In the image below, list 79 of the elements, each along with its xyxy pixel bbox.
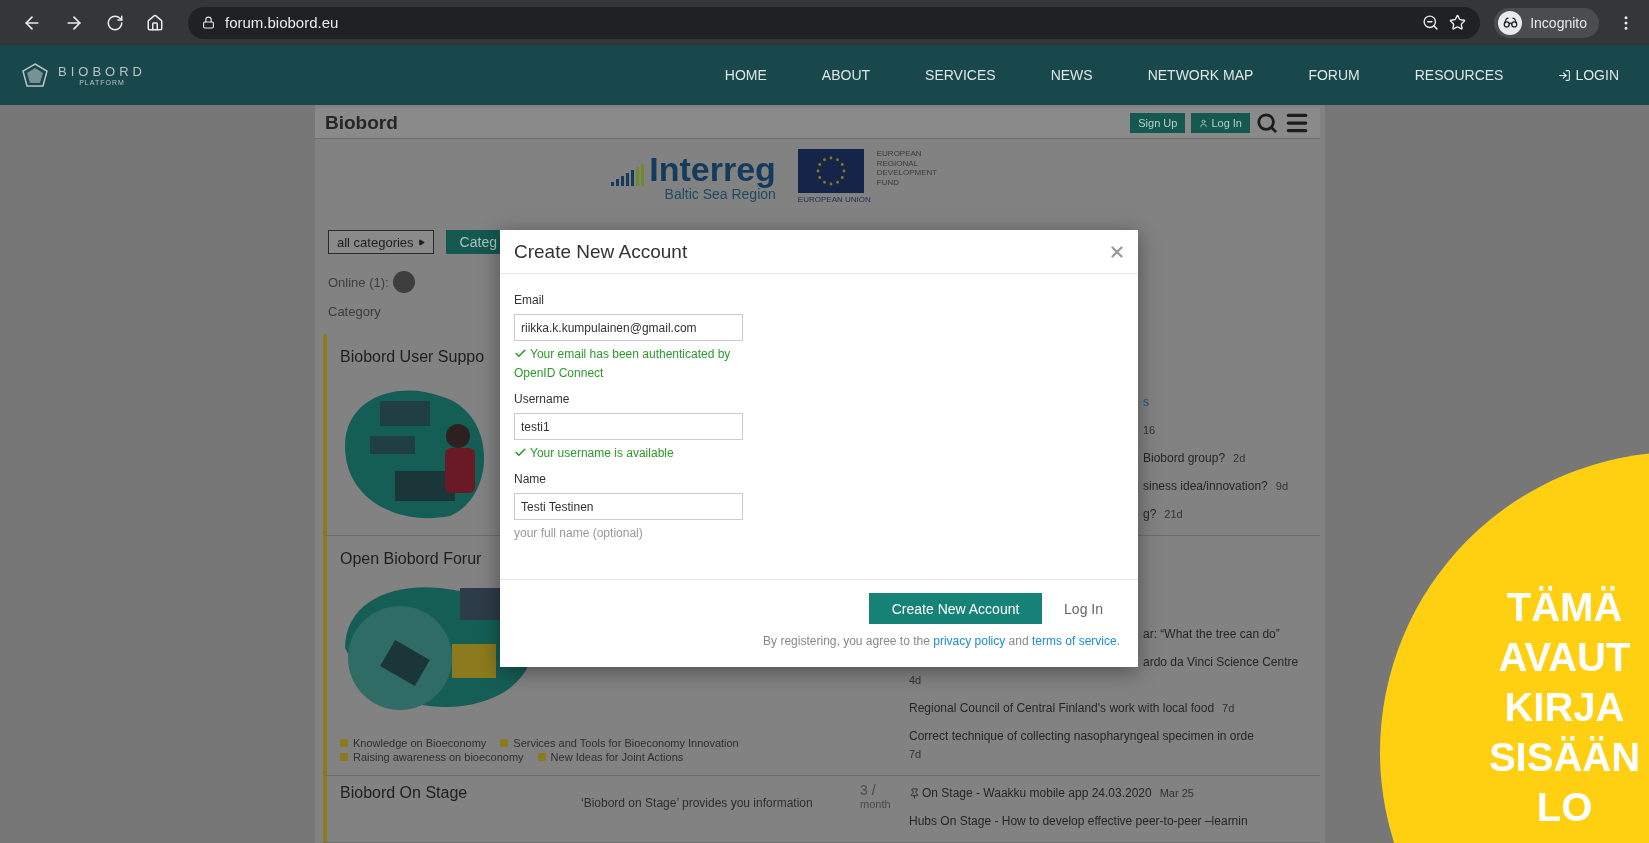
glasses-icon [1498, 10, 1523, 35]
check-icon [514, 446, 527, 459]
callout-text: LO [1536, 784, 1593, 831]
signal-bars-icon [611, 163, 646, 186]
login-icon [1558, 68, 1572, 82]
callout-text: TÄMÄ [1506, 584, 1623, 631]
privacy-policy-link[interactable]: privacy policy [933, 634, 1006, 648]
check-icon [514, 347, 527, 360]
fund-text: EUROPEAN REGIONAL DEVELOPMENT FUND [876, 149, 939, 188]
input-field[interactable]: Testi Testinen [514, 493, 743, 520]
topic-link[interactable]: Correct technique of collecting nasopharyngeal specimen in orde [909, 727, 1254, 745]
interreg-logo-text: Interreg [649, 151, 776, 186]
caret-icon [417, 238, 425, 246]
topic-age: 7d [1222, 701, 1235, 716]
tag-link[interactable]: Knowledge on Bioeconomy [340, 737, 487, 749]
field-label: Name [514, 471, 547, 487]
input-field[interactable]: testi1 [514, 413, 743, 440]
sign-up-button[interactable]: Sign Up [1130, 113, 1186, 134]
tag-link[interactable]: New Ideas for Joint Actions [537, 751, 684, 763]
nav-link[interactable]: RESOURCES [1414, 67, 1504, 83]
eu-caption: EUROPEAN UNION [797, 195, 871, 205]
hint-text: your full name (optional) [514, 525, 644, 542]
tag-link[interactable]: Services and Tools for Bioeconomy Innovation [500, 737, 739, 749]
category-description: ‘Biobord on Stage’ provides you information [581, 795, 814, 810]
tag-link[interactable]: Raising awareness on bioeconomy [340, 751, 524, 763]
dialog-title: Create New Account [514, 240, 689, 263]
categories-dropdown[interactable]: all categories [328, 230, 434, 255]
field-label: Email [514, 292, 545, 308]
avatar[interactable] [392, 271, 415, 294]
topic-link[interactable]: siness idea/innovation? [1143, 477, 1268, 495]
topic-link[interactable]: Biobord group? [1143, 449, 1226, 467]
create-account-button[interactable]: Create New Account [869, 593, 1043, 624]
topic-age: 7d [909, 747, 922, 762]
category-title[interactable]: Biobord On Stage [340, 782, 581, 804]
topic-age: 16 [1143, 423, 1156, 438]
stat-text: 3 / [860, 782, 877, 798]
success-message: Your username is available [514, 444, 739, 463]
topic-age: 21d [1164, 507, 1183, 522]
logo-icon [22, 63, 48, 87]
user-icon [1199, 118, 1209, 128]
topic-age: Mar 25 [1159, 786, 1194, 801]
topic-link[interactable]: Hubs On Stage - How to develop effective peer-to-peer –learnin [909, 812, 1248, 830]
nav-link[interactable]: SERVICES [925, 67, 996, 83]
terms-of-service-link[interactable]: terms of service [1031, 634, 1117, 648]
logo-name: BIOBORD [58, 64, 146, 79]
topic-link[interactable]: g? [1143, 505, 1157, 523]
nav-link[interactable]: HOME [724, 67, 767, 83]
column-heading: Category [327, 304, 381, 322]
topic-age: 4d [909, 673, 922, 688]
topic-link[interactable]: ardo da Vinci Science Centre [1143, 653, 1299, 671]
star-icon[interactable] [1449, 14, 1467, 31]
nav-link[interactable]: NETWORK MAP [1147, 67, 1254, 83]
terms-text: By registering, you agree to the privacy policy and terms of service. [763, 634, 1120, 648]
forum-title: Biobord [325, 112, 398, 135]
input-field[interactable]: riikka.k.kumpulainen@gmail.com [514, 314, 743, 341]
topic-age: 9d [1275, 479, 1288, 494]
nav-link[interactable]: ABOUT [821, 67, 871, 83]
topic-link[interactable]: Regional Council of Central Finland's work with local food [909, 699, 1215, 717]
callout-text: AVAUT [1498, 634, 1631, 681]
nav-link[interactable]: FORUM [1308, 67, 1360, 83]
nav-link[interactable]: LOGIN [1558, 67, 1619, 83]
success-message: Your email has been authenticated by OpenID Connect [514, 346, 732, 382]
zoom-out-icon[interactable] [1422, 14, 1440, 31]
callout-text: KIRJA [1504, 684, 1625, 731]
lock-icon [202, 16, 215, 29]
callout-text: SISÄÄN [1488, 734, 1641, 781]
profile-button[interactable]: Incognito [1494, 7, 1599, 38]
log-in-link[interactable]: Log In [1064, 600, 1103, 617]
log-in-button[interactable]: Log In [1191, 113, 1250, 134]
nav-link[interactable]: NEWS [1050, 67, 1093, 83]
topic-age: 2d [1233, 451, 1246, 466]
search-icon[interactable] [1256, 112, 1278, 135]
topic-link[interactable]: On Stage - Waakku mobile app 24.03.2020 [909, 784, 1152, 802]
url-text: forum.biobord.eu [225, 14, 340, 31]
online-label: Online (1): [328, 274, 389, 290]
eu-flag-icon [797, 149, 864, 194]
field-label: Username [514, 391, 571, 407]
topic-link[interactable]: ar: “What the tree can do” [1143, 625, 1280, 643]
address-bar[interactable]: forum.biobord.eu [188, 6, 1481, 39]
